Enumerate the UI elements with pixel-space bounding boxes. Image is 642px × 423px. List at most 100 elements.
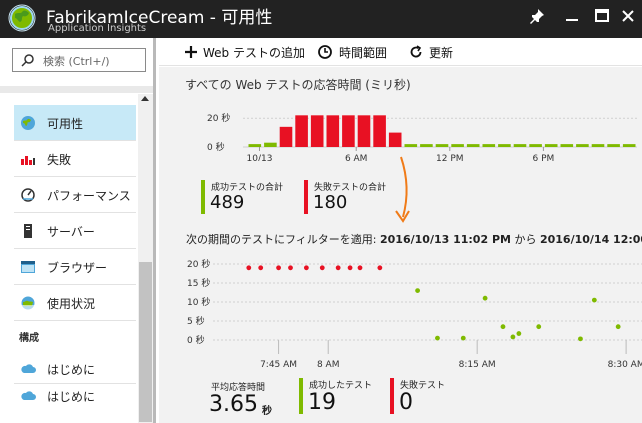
pin-icon[interactable]	[526, 5, 548, 27]
failure-total-value: 180	[313, 192, 348, 213]
filter-from-date: 2016/10/13 11:02 PM	[380, 233, 511, 246]
data-point	[258, 265, 264, 271]
filter-description: 次の期間のテストにフィルターを適用: 2016/10/13 11:02 PM か…	[186, 231, 642, 247]
scrollbar-thumb[interactable]	[139, 262, 152, 422]
bar	[357, 115, 371, 147]
bar	[466, 144, 480, 147]
search-icon	[21, 54, 34, 67]
minimize-icon[interactable]	[561, 5, 583, 27]
sidebar-item-getting-started-2[interactable]: はじめに	[14, 378, 136, 413]
globe-icon	[21, 116, 35, 130]
success-total-stat: 成功テストの合計 489	[201, 180, 301, 216]
failed-tests-stat: 失敗テスト 0	[390, 378, 470, 418]
command-bar: Web テストの追加 時間範囲 更新	[159, 38, 642, 66]
availability-panel: すべての Web テストの応答時間 (ミリ秒) 20 秒 0 秒 10/13 6 AM…	[159, 67, 642, 423]
bar	[420, 144, 433, 147]
data-point	[319, 265, 325, 271]
data-point	[347, 265, 353, 271]
failure-indicator	[390, 378, 394, 414]
refresh-icon[interactable]	[408, 44, 424, 60]
response-time-bar-chart[interactable]: 20 秒 0 秒 10/13 6 AM 12 PM 6 PM	[159, 103, 642, 161]
failures-icon	[21, 156, 35, 165]
failure-indicator	[304, 180, 308, 214]
y-tick-label: 10 秒	[187, 296, 210, 308]
sidebar-item-label: パフォーマンス	[47, 189, 131, 203]
data-point	[415, 288, 420, 293]
sidebar-item-failures[interactable]: 失敗	[14, 141, 136, 176]
bar	[326, 115, 340, 147]
data-point	[246, 265, 252, 271]
sidebar-item-label: サーバー	[47, 225, 95, 239]
average-response-stat: 平均応答時間 3.65 秒	[201, 380, 281, 420]
data-point	[357, 265, 363, 271]
bar	[560, 144, 574, 147]
sidebar-item-usage[interactable]: 使用状況	[14, 285, 136, 320]
sidebar-scrollbar[interactable]	[138, 94, 153, 423]
data-point	[510, 334, 516, 340]
sidebar-item-label: 使用状況	[47, 297, 96, 311]
clock-icon[interactable]	[317, 44, 333, 60]
bar	[248, 144, 262, 147]
bar	[295, 115, 308, 147]
sidebar-item-performance[interactable]: パフォーマンス	[14, 177, 136, 212]
bar	[544, 144, 558, 147]
filter-prefix: 次の期間のテストにフィルターを適用:	[186, 233, 377, 246]
data-point	[276, 265, 281, 271]
sidebar-item-label: はじめに	[47, 390, 96, 404]
cloud-icon	[21, 391, 36, 400]
title-bar: FabrikamIceCream - 可用性 Application Insig…	[0, 0, 642, 38]
sidebar-item-browser[interactable]: ブラウザー	[14, 249, 136, 284]
data-point	[536, 324, 542, 330]
sidebar-item-label: 可用性	[47, 117, 84, 131]
bar	[591, 144, 605, 147]
sidebar-item-servers[interactable]: サーバー	[14, 213, 136, 248]
drilldown-arrow	[395, 156, 410, 223]
window-subtitle: Application Insights	[48, 23, 147, 34]
bar	[404, 144, 418, 147]
response-time-scatter-chart[interactable]: 20 秒 15 秒 10 秒 5 秒 0 秒 7:45 AM 8 AM 8:15 AM 8:30…	[159, 257, 642, 373]
bar	[264, 142, 277, 147]
server-icon	[24, 224, 32, 238]
y-tick-label: 15 秒	[187, 277, 210, 289]
x-tick-label: 12 PM	[436, 154, 464, 161]
y-tick-label: 5 秒	[187, 315, 205, 327]
add-web-test-button[interactable]: Web テストの追加	[203, 44, 305, 61]
data-point	[377, 265, 383, 271]
bar	[373, 115, 386, 147]
search-input[interactable]: 検索 (Ctrl+/)	[12, 48, 146, 72]
successful-tests-value: 19	[308, 390, 336, 415]
browser-icon	[21, 261, 35, 273]
data-point	[303, 265, 309, 271]
bar	[451, 144, 464, 147]
success-indicator	[299, 378, 303, 414]
y-tick-label: 20 秒	[207, 112, 230, 124]
sidebar-item-label: はじめに	[47, 363, 96, 377]
bar	[342, 115, 355, 147]
x-tick-label: 10/13	[247, 154, 273, 161]
data-point	[615, 324, 621, 330]
usage-icon	[21, 296, 35, 310]
maximize-icon[interactable]	[591, 5, 613, 27]
sidebar-item-label: 失敗	[47, 153, 72, 167]
x-tick-label: 8:15 AM	[459, 360, 496, 370]
bar	[498, 144, 511, 147]
bar	[482, 144, 496, 147]
y-tick-label: 0 秒	[207, 141, 225, 153]
y-tick-label: 0 秒	[187, 334, 205, 346]
app-insights-logo-icon	[8, 4, 36, 32]
close-icon[interactable]	[617, 5, 639, 27]
sidebar-item-availability[interactable]: 可用性	[14, 105, 136, 140]
bar	[576, 144, 589, 147]
add-icon[interactable]	[183, 44, 199, 60]
filter-to-date: 2016/10/14 12:00 AM	[539, 233, 642, 246]
successful-tests-stat: 成功したテスト 19	[299, 378, 379, 418]
x-tick-label: 8:30 AM	[608, 360, 642, 370]
refresh-button[interactable]: 更新	[429, 44, 453, 61]
y-tick-label: 20 秒	[187, 258, 210, 270]
x-tick-label: 7:45 AM	[260, 360, 297, 370]
average-response-unit: 秒	[262, 406, 272, 417]
scroll-up-arrow-icon[interactable]	[141, 96, 149, 101]
divider	[14, 320, 136, 321]
time-range-button[interactable]: 時間範囲	[339, 44, 387, 61]
bar	[529, 144, 542, 147]
